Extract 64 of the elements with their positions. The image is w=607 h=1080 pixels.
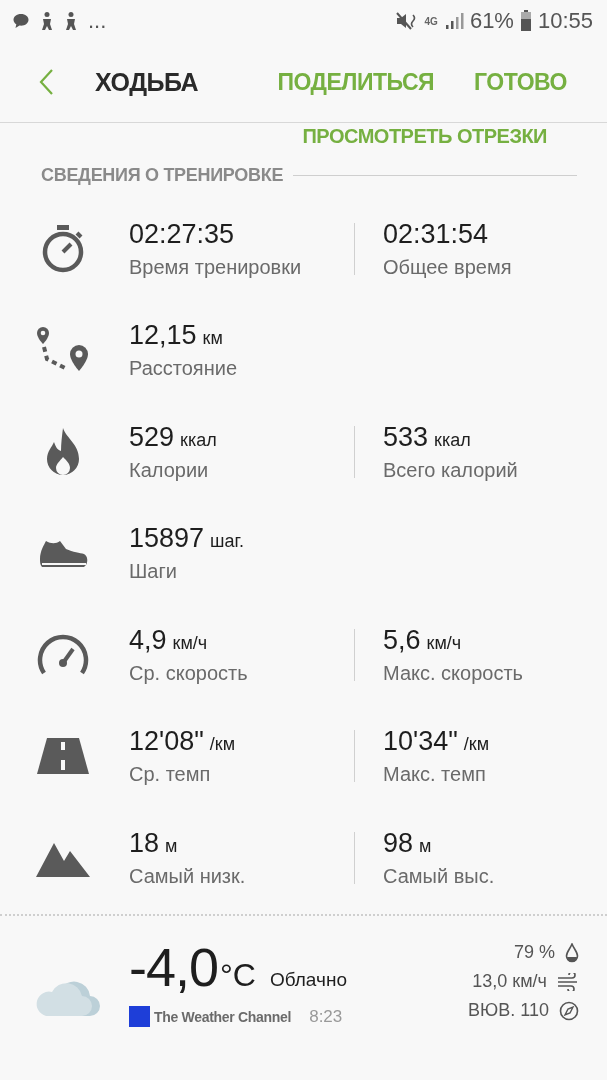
- header-action-button[interactable]: ГОТОВО: [474, 68, 567, 96]
- stat-value: 5,6: [383, 624, 421, 656]
- person-icon: [64, 11, 78, 31]
- view-segments-link[interactable]: ПРОСМОТРЕТЬ ОТРЕЗКИ: [302, 125, 547, 147]
- stat-value: 12'08": [129, 726, 204, 758]
- stat-label: Время тренировки: [129, 255, 302, 279]
- more-notifications: ...: [88, 8, 107, 34]
- back-icon: [38, 68, 54, 96]
- update-time: 8:23: [309, 1006, 343, 1027]
- stat-label: Самый низк.: [129, 864, 246, 888]
- stat-unit: км: [202, 328, 223, 350]
- screen-title: ХОДЬБА: [95, 67, 198, 97]
- wind-icon: [557, 972, 579, 991]
- stat-unit: м: [419, 835, 432, 857]
- weather-channel-logo-icon: [129, 1006, 150, 1027]
- droplet-icon: [565, 942, 579, 963]
- wind-speed: 13,0 км/ч: [472, 971, 547, 992]
- person-icon: [40, 11, 54, 31]
- stat-unit: /км: [463, 734, 490, 756]
- stat-label: Расстояние: [129, 357, 238, 381]
- stat-value: 12,15: [129, 320, 197, 352]
- stat-label: Макс. скорость: [383, 661, 524, 685]
- message-icon: [12, 12, 30, 30]
- back-button[interactable]: [38, 67, 56, 97]
- network-type: 4G: [424, 16, 438, 27]
- stat-label: Самый выс.: [383, 864, 495, 888]
- stat-value: 4,9: [129, 624, 167, 656]
- clock: 10:55: [537, 8, 593, 34]
- stat-value: 15897: [129, 523, 205, 555]
- stat-value: 02:27:35: [129, 218, 235, 250]
- speedometer-icon: [36, 632, 89, 677]
- road-icon: [36, 738, 89, 775]
- stat-label: Ср. темп: [129, 763, 211, 787]
- stat-label: Всего калорий: [383, 458, 518, 482]
- battery-percent: 61%: [469, 8, 514, 34]
- stat-unit: /км: [209, 734, 236, 756]
- temperature: -4,0: [129, 936, 219, 998]
- stat-unit: км/ч: [172, 632, 208, 654]
- humidity: 79 %: [513, 942, 555, 963]
- weather-source: The Weather Channel: [154, 1008, 292, 1025]
- stat-value: 529: [129, 421, 175, 453]
- signal-icon: [443, 11, 464, 31]
- stat-value: 18: [129, 827, 160, 859]
- stat-label: Калории: [129, 458, 209, 482]
- stat-unit: ккал: [180, 429, 217, 451]
- header-action-button[interactable]: ПОДЕЛИТЬСЯ: [277, 68, 435, 96]
- stat-value: 533: [383, 421, 429, 453]
- stat-label: Общее время: [383, 255, 512, 279]
- stat-value: 98: [383, 827, 414, 859]
- stat-label: Шаги: [129, 560, 177, 584]
- wind-direction: ВЮВ. 110: [468, 1000, 549, 1021]
- stat-unit: шаг.: [210, 531, 244, 553]
- stat-label: Макс. темп: [383, 763, 486, 787]
- stat-unit: м: [165, 835, 178, 857]
- section-title: СВЕДЕНИЯ О ТРЕНИРОВКЕ: [41, 165, 284, 186]
- stat-value: 10'34": [383, 726, 458, 758]
- stat-unit: км/ч: [426, 632, 462, 654]
- weather-condition: Облачно: [269, 969, 347, 991]
- stat-value: 02:31:54: [383, 218, 489, 250]
- battery-icon: [519, 10, 532, 32]
- stat-label: Ср. скорость: [129, 661, 248, 685]
- temperature-unit: °C: [220, 957, 256, 994]
- stat-unit: ккал: [434, 429, 471, 451]
- compass-icon: [559, 1000, 579, 1021]
